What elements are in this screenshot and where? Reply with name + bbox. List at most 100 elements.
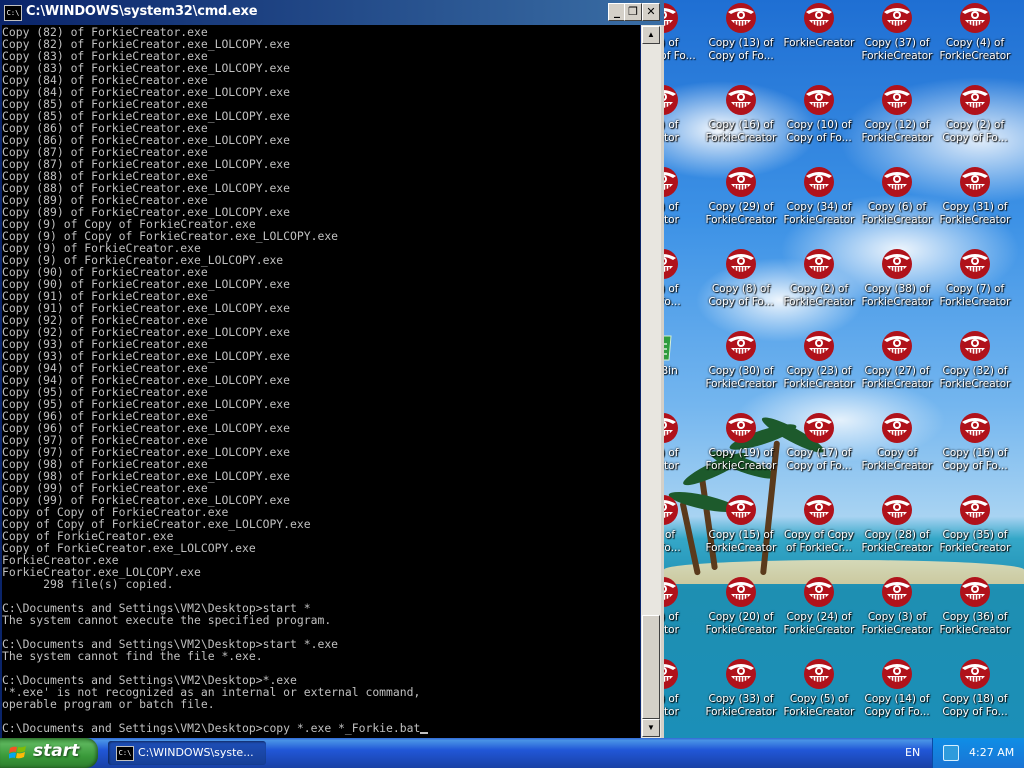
forkie-app-icon <box>803 84 835 116</box>
desktop-icon-label: Copy (16) of ForkieCreator <box>705 119 777 144</box>
console-scrollbar[interactable]: ▲ ▼ <box>641 25 661 738</box>
desktop-icon-label: Copy of Copy of ForkieCr... <box>783 529 855 554</box>
desktop-icon[interactable]: Copy (2) of Copy of Fo... <box>936 82 1014 164</box>
desktop-icon-label: Copy (34) of ForkieCreator <box>783 201 855 226</box>
desktop-icon[interactable]: Copy (29) of ForkieCreator <box>702 164 780 246</box>
desktop-icon[interactable]: Copy (24) of ForkieCreator <box>780 574 858 656</box>
console-line: The system cannot find the file *.exe. <box>2 649 263 663</box>
desktop-icon-label: ForkieCreator <box>783 37 855 49</box>
tray-network-icon[interactable] <box>943 745 959 761</box>
desktop-icon[interactable]: Copy (19) of ForkieCreator <box>702 410 780 492</box>
restore-button[interactable]: ❐ <box>624 3 642 21</box>
desktop-icon-label: Copy (33) of ForkieCreator <box>705 693 777 718</box>
forkie-app-icon <box>881 166 913 198</box>
desktop-icon-label: Copy (15) of ForkieCreator <box>705 529 777 554</box>
cmd-titlebar[interactable]: C:\ C:\WINDOWS\system32\cmd.exe _ ❐ ✕ <box>0 0 664 25</box>
desktop-icon-label: Copy (5) of ForkieCreator <box>783 693 855 718</box>
desktop-icon-label: Copy (36) of ForkieCreator <box>939 611 1011 636</box>
console-line: operable program or batch file. <box>2 697 215 711</box>
forkie-app-icon <box>725 330 757 362</box>
desktop-icon[interactable]: Copy (17) of Copy of Fo... <box>780 410 858 492</box>
desktop-icon-label: Copy (12) of ForkieCreator <box>861 119 933 144</box>
close-button[interactable]: ✕ <box>642 3 660 21</box>
console-line: The system cannot execute the specified … <box>2 613 332 627</box>
desktop-icon[interactable]: Copy of ForkieCreator <box>858 410 936 492</box>
desktop-icon[interactable]: Copy (14) of Copy of Fo... <box>858 656 936 738</box>
desktop-icon[interactable]: Copy (7) of ForkieCreator <box>936 246 1014 328</box>
forkie-app-icon <box>725 248 757 280</box>
desktop-icon-label: Copy (28) of ForkieCreator <box>861 529 933 554</box>
desktop-icon[interactable]: Copy (33) of ForkieCreator <box>702 656 780 738</box>
desktop-icon-label: Copy (38) of ForkieCreator <box>861 283 933 308</box>
desktop-icon[interactable]: Copy of Copy of ForkieCr... <box>780 492 858 574</box>
desktop-icon[interactable]: Copy (27) of ForkieCreator <box>858 328 936 410</box>
forkie-app-icon <box>959 248 991 280</box>
desktop-icon[interactable]: ForkieCreator <box>780 0 858 82</box>
desktop-icon[interactable]: Copy (4) of ForkieCreator <box>936 0 1014 82</box>
taskbar-item-cmd[interactable]: C:\ C:\WINDOWS\syste... <box>108 741 266 765</box>
desktop-icon[interactable]: Copy (5) of ForkieCreator <box>780 656 858 738</box>
start-label: start <box>33 741 80 761</box>
desktop-icon[interactable]: Copy (8) of Copy of Fo... <box>702 246 780 328</box>
desktop-icon-label: Copy (4) of ForkieCreator <box>939 37 1011 62</box>
desktop-icon-label: Copy (8) of Copy of Fo... <box>708 283 774 308</box>
desktop-icon[interactable]: Copy (34) of ForkieCreator <box>780 164 858 246</box>
forkie-app-icon <box>959 166 991 198</box>
desktop-icon[interactable]: Copy (3) of ForkieCreator <box>858 574 936 656</box>
cmd-window[interactable]: C:\ C:\WINDOWS\system32\cmd.exe _ ❐ ✕ Co… <box>0 0 664 738</box>
desktop-icon[interactable]: Copy (37) of ForkieCreator <box>858 0 936 82</box>
forkie-app-icon <box>959 494 991 526</box>
desktop-icon-label: Copy (30) of ForkieCreator <box>705 365 777 390</box>
desktop-icon[interactable]: Copy (13) of Copy of Fo... <box>702 0 780 82</box>
desktop-icon[interactable]: Copy (18) of Copy of Fo... <box>936 656 1014 738</box>
clock[interactable]: 4:27 AM <box>969 746 1014 759</box>
desktop-icon-label: Copy (27) of ForkieCreator <box>861 365 933 390</box>
desktop-icon[interactable]: Copy (10) of Copy of Fo... <box>780 82 858 164</box>
language-indicator[interactable]: EN <box>905 746 920 759</box>
desktop-icon-label: Copy (3) of ForkieCreator <box>861 611 933 636</box>
desktop-icon[interactable]: Copy (16) of Copy of Fo... <box>936 410 1014 492</box>
console-prompt-line[interactable]: C:\Documents and Settings\VM2\Desktop>co… <box>2 722 429 734</box>
start-button[interactable]: start <box>0 738 98 768</box>
desktop-icon[interactable]: Copy (32) of ForkieCreator <box>936 328 1014 410</box>
taskbar-item-label: C:\WINDOWS\syste... <box>138 746 254 759</box>
forkie-app-icon <box>725 412 757 444</box>
forkie-app-icon <box>881 494 913 526</box>
forkie-app-icon <box>725 2 757 34</box>
desktop-icon-label: Copy (13) of Copy of Fo... <box>708 37 774 62</box>
scroll-down-button[interactable]: ▼ <box>642 719 660 737</box>
desktop-icon[interactable]: Copy (15) of ForkieCreator <box>702 492 780 574</box>
desktop-icon-label: Copy (32) of ForkieCreator <box>939 365 1011 390</box>
desktop-icon[interactable]: Copy (20) of ForkieCreator <box>702 574 780 656</box>
forkie-app-icon <box>803 658 835 690</box>
desktop-icon[interactable]: Copy (16) of ForkieCreator <box>702 82 780 164</box>
desktop-icon[interactable]: Copy (30) of ForkieCreator <box>702 328 780 410</box>
forkie-app-icon <box>803 494 835 526</box>
desktop-icon[interactable]: Copy (12) of ForkieCreator <box>858 82 936 164</box>
desktop-icon[interactable]: Copy (35) of ForkieCreator <box>936 492 1014 574</box>
cmd-window-title: C:\WINDOWS\system32\cmd.exe <box>26 4 258 19</box>
desktop-icon[interactable]: Copy (31) of ForkieCreator <box>936 164 1014 246</box>
desktop-icon[interactable]: Copy (28) of ForkieCreator <box>858 492 936 574</box>
desktop-icon[interactable]: Copy (38) of ForkieCreator <box>858 246 936 328</box>
console-output[interactable]: Copy (82) of ForkieCreator.exe Copy (82) … <box>2 25 640 738</box>
desktop-icon[interactable]: Copy (2) of ForkieCreator <box>780 246 858 328</box>
forkie-app-icon <box>725 658 757 690</box>
desktop-icon-label: Copy (24) of ForkieCreator <box>783 611 855 636</box>
desktop-icon[interactable]: Copy (36) of ForkieCreator <box>936 574 1014 656</box>
system-tray: 4:27 AM <box>932 738 1024 768</box>
forkie-app-icon <box>959 412 991 444</box>
desktop-icon-label: Copy of ForkieCreator <box>861 447 933 472</box>
forkie-app-icon <box>959 330 991 362</box>
desktop-icon-label: Copy (17) of Copy of Fo... <box>786 447 852 472</box>
forkie-app-icon <box>881 2 913 34</box>
forkie-app-icon <box>959 658 991 690</box>
scroll-up-button[interactable]: ▲ <box>642 26 660 44</box>
forkie-app-icon <box>881 84 913 116</box>
desktop-icon[interactable]: Copy (6) of ForkieCreator <box>858 164 936 246</box>
scroll-thumb[interactable] <box>642 615 660 719</box>
desktop-icon[interactable]: Copy (23) of ForkieCreator <box>780 328 858 410</box>
cmd-window-icon[interactable]: C:\ <box>4 5 22 21</box>
forkie-app-icon <box>959 84 991 116</box>
forkie-app-icon <box>803 166 835 198</box>
